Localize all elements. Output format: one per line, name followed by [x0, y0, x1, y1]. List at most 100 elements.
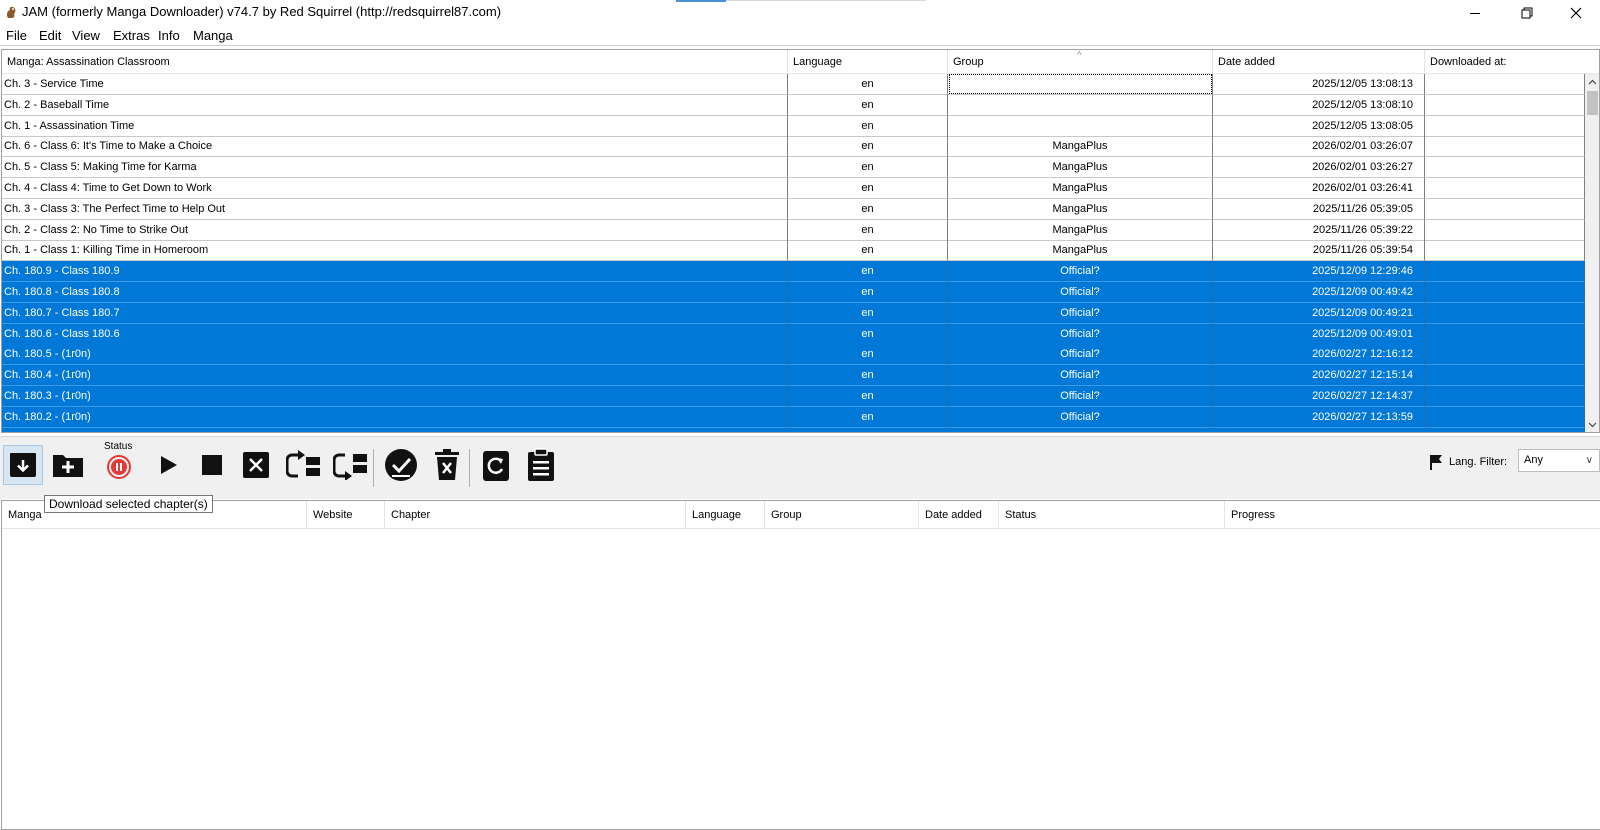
restore-button[interactable]: [1504, 0, 1550, 26]
table-row[interactable]: Ch. 2 - Baseball Time en 2025/12/05 13:08:…: [2, 94, 1585, 116]
title-bar: JAM (formerly Manga Downloader) v74.7 by…: [0, 0, 1600, 26]
chevron-up-icon: [1588, 79, 1597, 84]
table-row[interactable]: Ch. 180.3 - (1r0n) en Official? 2026/02/27 …: [2, 386, 1585, 407]
chapter-name-cell: Ch. 3 - Service Time: [2, 74, 788, 95]
remove-button[interactable]: [236, 445, 276, 485]
delete-button[interactable]: [427, 445, 467, 485]
chapter-name-cell: Ch. 180.2 - (1r0n): [2, 406, 788, 428]
chapter-group-cell: Official?: [948, 282, 1213, 303]
start-button[interactable]: [148, 445, 188, 485]
table-row[interactable]: Ch. 3 - Service Time en 2025/12/05 13:08:1…: [2, 74, 1585, 95]
table-row[interactable]: Ch. 1 - Class 1: Killing Time in Homeroo…: [2, 240, 1585, 262]
download-selected-button[interactable]: [3, 445, 43, 485]
refresh-button[interactable]: [476, 445, 516, 485]
squirrel-icon: [6, 6, 16, 18]
queue-header-group[interactable]: Group: [765, 501, 919, 529]
table-row[interactable]: Ch. 180.6 - Class 180.6 en Official? 2025/1…: [2, 323, 1585, 345]
chapter-date-cell: 2025/12/09 00:49:01: [1213, 323, 1425, 345]
chapter-name-cell: Ch. 180.8 - Class 180.8: [2, 282, 788, 303]
chapter-date-cell: 2025/12/09 00:49:21: [1213, 302, 1425, 324]
play-icon: [161, 456, 177, 474]
menu-file[interactable]: File: [0, 27, 33, 44]
chapter-name-cell: Ch. 5 - Class 5: Making Time for Karma: [2, 157, 788, 179]
stop-button[interactable]: [192, 445, 232, 485]
status-pause-icon: [107, 455, 131, 479]
clipboard-button[interactable]: [521, 445, 561, 485]
scroll-thumb[interactable]: [1587, 91, 1598, 115]
chapter-downloaded-cell: [1425, 365, 1585, 387]
chapter-list-scrollbar[interactable]: [1585, 74, 1599, 432]
table-row[interactable]: Ch. 6 - Class 6: It's Time to Make a Cho…: [2, 136, 1585, 158]
table-row[interactable]: Ch. 180.2 - (1r0n) en Official? 2026/02/27 …: [2, 406, 1585, 428]
maximize-icon: [1521, 7, 1533, 19]
minimize-button[interactable]: [1452, 0, 1498, 26]
table-row[interactable]: Ch. 180.9 - Class 180.9 en Official? 2025/1…: [2, 261, 1585, 283]
status-button[interactable]: [99, 445, 139, 485]
download-queue-header: Manga Website Chapter Language Group Dat…: [2, 501, 1600, 529]
menu-manga[interactable]: Manga: [187, 27, 239, 44]
table-row[interactable]: [2, 427, 1585, 432]
queue-header-status[interactable]: Status: [999, 501, 1225, 529]
chapter-name-cell: Ch. 3 - Class 3: The Perfect Time to Hel…: [2, 198, 788, 220]
column-header-manga[interactable]: Manga: Assassination Classroom: [2, 50, 788, 74]
add-to-queue-button[interactable]: [48, 445, 88, 485]
move-up-button[interactable]: [284, 445, 324, 485]
minimize-icon: [1470, 13, 1480, 14]
chapter-language-cell: en: [788, 365, 948, 387]
move-down-button[interactable]: [331, 445, 371, 485]
close-window-button[interactable]: [1553, 0, 1599, 26]
queue-header-language[interactable]: Language: [686, 501, 765, 529]
chapter-downloaded-cell: [1425, 198, 1585, 220]
menu-edit[interactable]: Edit: [33, 27, 67, 44]
download-queue[interactable]: Manga Website Chapter Language Group Dat…: [1, 500, 1600, 830]
lang-filter-select[interactable]: Any ∨: [1518, 449, 1600, 472]
table-row[interactable]: Ch. 180.7 - Class 180.7 en Official? 2025/1…: [2, 302, 1585, 324]
chapter-date-cell: 2026/02/27 12:15:14: [1213, 365, 1425, 387]
table-row[interactable]: Ch. 3 - Class 3: The Perfect Time to Hel…: [2, 198, 1585, 220]
add-folder-icon: [53, 455, 83, 477]
chapter-list-header: Manga: Assassination Classroom Language …: [2, 50, 1599, 74]
chapter-language-cell: en: [788, 198, 948, 220]
chapter-downloaded-cell: [1425, 136, 1585, 158]
chapter-name-cell: Ch. 2 - Baseball Time: [2, 94, 788, 116]
queue-header-date-added[interactable]: Date added: [919, 501, 999, 529]
chapter-list[interactable]: Manga: Assassination Classroom Language …: [1, 49, 1600, 433]
column-header-date-added[interactable]: Date added: [1213, 50, 1425, 74]
queue-header-website[interactable]: Website: [307, 501, 385, 529]
remove-icon: [243, 452, 269, 478]
table-row[interactable]: Ch. 5 - Class 5: Making Time for Karma en…: [2, 157, 1585, 179]
mark-downloaded-button[interactable]: [381, 445, 421, 485]
table-row[interactable]: Ch. 180.8 - Class 180.8 en Official? 2025/1…: [2, 282, 1585, 303]
window-title: JAM (formerly Manga Downloader) v74.7 by…: [22, 4, 502, 19]
table-row[interactable]: Ch. 180.5 - (1r0n) en Official? 2026/02/27 …: [2, 344, 1585, 366]
table-row[interactable]: Ch. 4 - Class 4: Time to Get Down to Wor…: [2, 178, 1585, 199]
table-row[interactable]: Ch. 1 - Assassination Time en 2025/12/05 1…: [2, 115, 1585, 137]
table-row[interactable]: Ch. 180.4 - (1r0n) en Official? 2026/02/27 …: [2, 365, 1585, 387]
chapter-downloaded-cell: [1425, 323, 1585, 345]
chapter-language-cell: en: [788, 219, 948, 241]
chapter-downloaded-cell: [1425, 302, 1585, 324]
menu-extras[interactable]: Extras: [107, 27, 156, 44]
move-up-icon: [286, 450, 320, 478]
column-header-downloaded-at[interactable]: Downloaded at:: [1425, 50, 1585, 74]
close-icon: [1570, 7, 1582, 19]
queue-header-progress[interactable]: Progress: [1225, 501, 1600, 529]
chapter-name-cell: Ch. 180.5 - (1r0n): [2, 344, 788, 366]
chapter-language-cell: en: [788, 344, 948, 366]
menu-info[interactable]: Info: [152, 27, 186, 44]
chapter-name-cell: Ch. 180.4 - (1r0n): [2, 365, 788, 387]
download-selected-icon: [10, 453, 36, 477]
chapter-name-cell: Ch. 180.6 - Class 180.6: [2, 323, 788, 345]
chapter-date-cell: 2026/02/27 12:14:37: [1213, 386, 1425, 407]
scroll-up-button[interactable]: [1585, 74, 1599, 89]
queue-header-chapter[interactable]: Chapter: [385, 501, 686, 529]
column-header-language[interactable]: Language: [788, 50, 948, 74]
chapter-group-cell: MangaPlus: [948, 157, 1213, 179]
chapter-language-cell: en: [788, 261, 948, 283]
toolbar-separator: [469, 449, 470, 487]
chapter-group-cell: MangaPlus: [948, 136, 1213, 158]
table-row[interactable]: Ch. 2 - Class 2: No Time to Strike Out en…: [2, 219, 1585, 241]
menu-view[interactable]: View: [66, 27, 106, 44]
scroll-down-button[interactable]: [1585, 417, 1599, 432]
chapter-date-cell: 2025/12/05 13:08:05: [1213, 115, 1425, 137]
